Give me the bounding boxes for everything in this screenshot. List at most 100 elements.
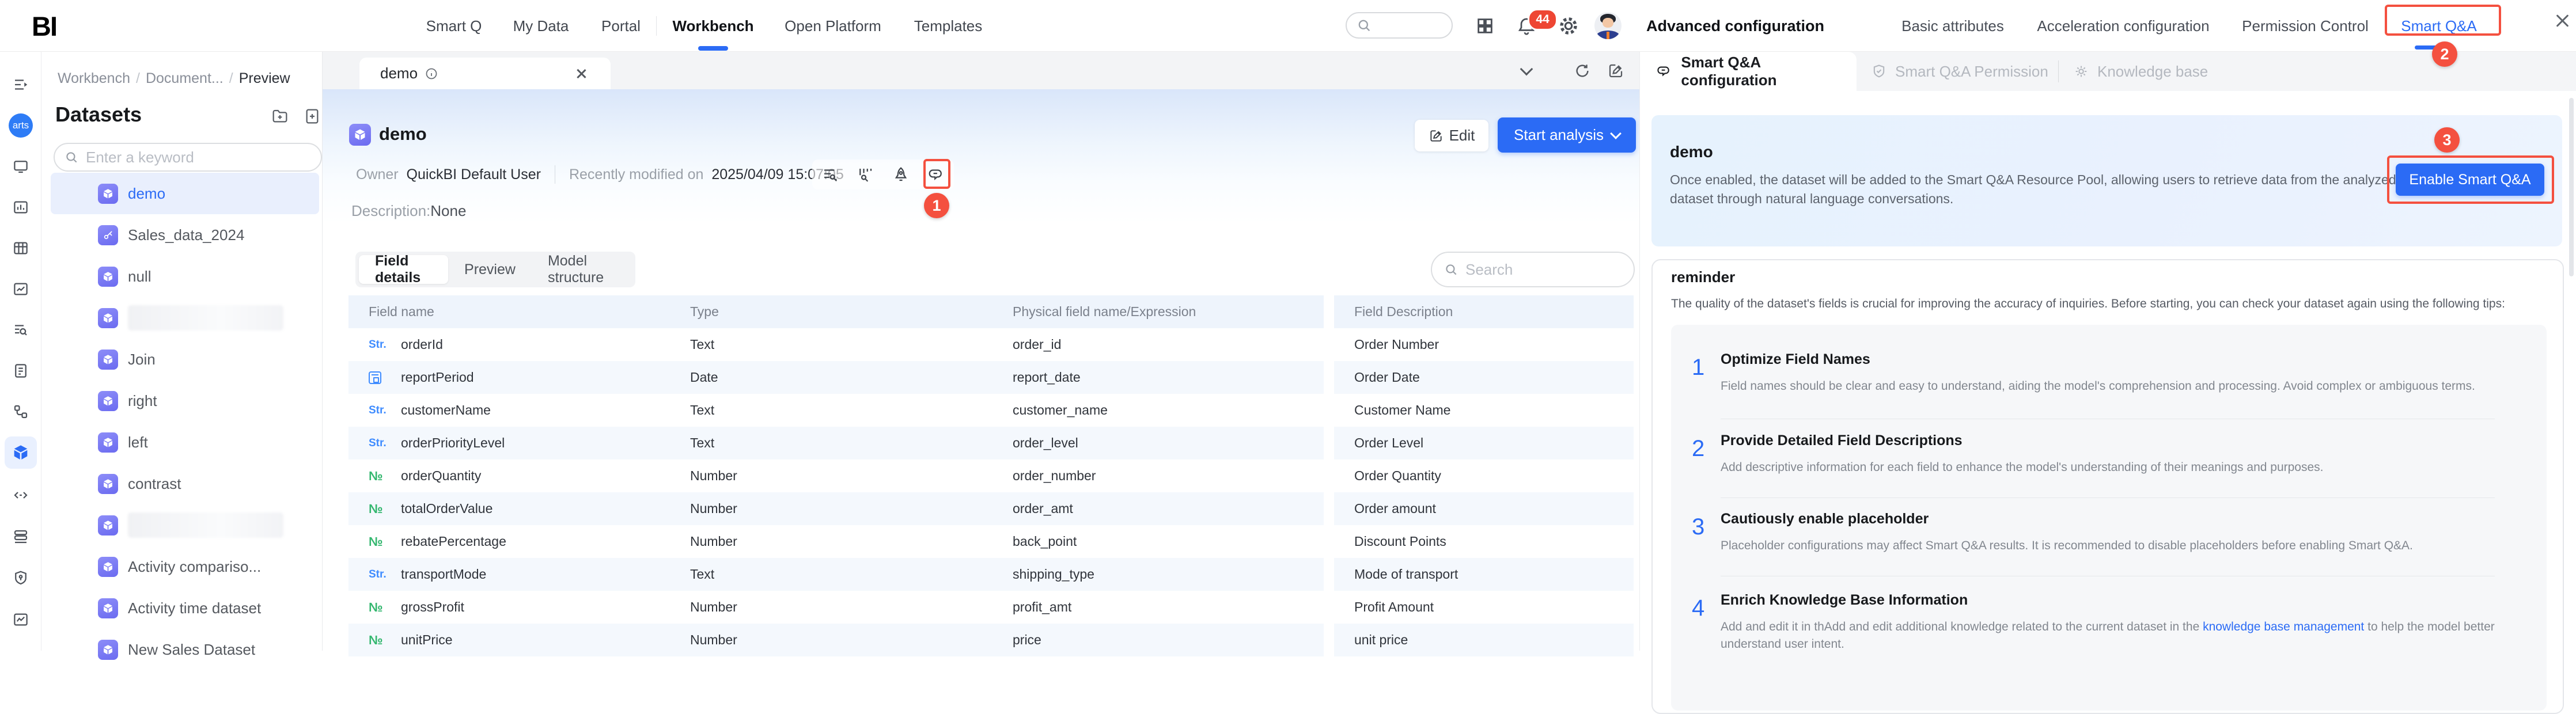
list-search-icon[interactable] (12, 321, 29, 339)
workspace-avatar[interactable]: arts (9, 113, 33, 138)
field-search-input[interactable] (1464, 260, 1611, 279)
refresh-icon[interactable] (1574, 62, 1591, 79)
cube-icon (98, 432, 118, 453)
number-field-icon: № (369, 600, 383, 615)
cube-icon (98, 557, 118, 577)
code-icon[interactable] (12, 487, 29, 504)
breadcrumb-document[interactable]: Document... (146, 70, 223, 86)
shield-key-icon[interactable] (12, 569, 29, 587)
tab-preview[interactable]: Preview (448, 255, 532, 284)
add-folder-icon[interactable] (271, 107, 289, 126)
tips-list: 1 Optimize Field Names Field names shoul… (1671, 325, 2547, 711)
cube-icon (98, 515, 118, 536)
string-field-icon: Str. (369, 568, 387, 581)
line-chart-icon[interactable] (12, 280, 29, 298)
nav-templates[interactable]: Templates (914, 0, 983, 52)
table-row: №grossProfitNumberprofit_amt Profit Amou… (348, 591, 1634, 624)
field-search[interactable] (1431, 252, 1635, 287)
key-icon (98, 225, 118, 245)
nav-open-platform[interactable]: Open Platform (785, 0, 881, 52)
sidebar-search-input[interactable] (85, 148, 294, 167)
dataset-item-null[interactable]: null (41, 256, 323, 297)
field-description: unit price (1334, 624, 1634, 656)
dataset-item-new-sales[interactable]: New Sales Dataset (41, 629, 323, 670)
number-field-icon: № (369, 469, 383, 484)
dataset-item-join[interactable]: Join (41, 339, 323, 380)
panel-tab-basic-attributes[interactable]: Basic attributes (1901, 0, 2004, 52)
bar-chart-icon[interactable] (12, 199, 29, 216)
acceleration-rocket-icon[interactable] (892, 166, 910, 183)
chevron-down-icon[interactable] (1522, 68, 1531, 74)
table-row: №rebatePercentageNumberback_point Discou… (348, 525, 1634, 558)
tab-model-structure[interactable]: Model structure (532, 255, 632, 284)
field-config-icon[interactable] (821, 166, 839, 183)
add-dataset-icon[interactable] (303, 107, 321, 126)
field-name: grossProfit (401, 599, 464, 615)
panel-header-title: Advanced configuration (1646, 0, 1824, 52)
dataset-item-left[interactable]: left (41, 421, 323, 463)
settings-gear-icon[interactable] (1558, 0, 1579, 52)
column-config-icon[interactable] (857, 166, 874, 183)
tab-field-details[interactable]: Field details (359, 255, 448, 284)
physical-name: order_level (992, 427, 1324, 459)
info-icon[interactable] (425, 67, 438, 81)
global-search-input[interactable] (1346, 12, 1453, 39)
physical-name: order_number (992, 459, 1324, 492)
physical-name: shipping_type (992, 558, 1324, 591)
field-table: Field name Type Physical field name/Expr… (348, 295, 1634, 656)
user-avatar[interactable] (1594, 12, 1622, 39)
cube-icon (98, 598, 118, 618)
tip-number: 3 (1692, 514, 1704, 540)
breadcrumb-workbench[interactable]: Workbench (58, 70, 130, 86)
layers-icon[interactable] (12, 528, 29, 545)
start-analysis-button[interactable]: Start analysis (1498, 117, 1636, 153)
field-description: Discount Points (1334, 525, 1634, 558)
calendar-icon (369, 371, 381, 384)
nav-smart-q[interactable]: Smart Q (426, 0, 482, 52)
dataset-item-demo[interactable]: demo (51, 173, 319, 214)
nav-portal[interactable]: Portal (601, 0, 641, 52)
nav-workbench[interactable]: Workbench (672, 0, 753, 52)
breadcrumb-preview: Preview (239, 70, 290, 86)
redacted-label (128, 305, 283, 331)
document-icon[interactable] (12, 362, 29, 379)
dataset-item-redacted[interactable] (41, 504, 323, 546)
data-table-icon[interactable] (12, 240, 29, 257)
enable-smart-qa-button[interactable]: Enable Smart Q&A (2396, 164, 2544, 196)
nav-my-data[interactable]: My Data (513, 0, 569, 52)
view-tabs: Field details Preview Model structure (355, 252, 635, 287)
dataset-item-activity-comparison[interactable]: Activity compariso... (41, 546, 323, 587)
dataset-item-activity-time[interactable]: Activity time dataset (41, 587, 323, 629)
knowledge-base-link[interactable]: knowledge base management (2203, 620, 2364, 633)
dataset-item-redacted[interactable] (41, 297, 323, 339)
dataset-item-sales-data-2024[interactable]: Sales_data_2024 (41, 214, 323, 256)
sidebar-search[interactable] (54, 143, 322, 172)
notification-badge: 44 (1528, 9, 1558, 31)
dataset-item-contrast[interactable]: contrast (41, 463, 323, 504)
panel-tab-permission[interactable]: Permission Control (2242, 0, 2369, 52)
dataset-item-right[interactable]: right (41, 380, 323, 421)
apps-grid-icon[interactable] (1475, 0, 1495, 52)
tab-smart-qa-permission[interactable]: Smart Q&A Permission (1871, 52, 2048, 91)
field-type: Number (670, 492, 992, 525)
dataset-cube-icon[interactable] (12, 443, 30, 462)
monitor-icon[interactable] (12, 158, 29, 175)
enable-smart-qa-card: demo Once enabled, the dataset will be a… (1651, 115, 2562, 246)
tip-title: Cautiously enable placeholder (1721, 511, 1929, 527)
tab-demo[interactable]: demo (359, 58, 611, 89)
tab-close-icon[interactable] (575, 67, 588, 80)
tab-knowledge-base[interactable]: Knowledge base (2073, 52, 2208, 91)
tab-smart-qa-configuration[interactable]: Smart Q&A configuration (1640, 52, 1857, 91)
table-row: reportPeriodDatereport_date Order Date (348, 361, 1634, 394)
tip-title: Provide Detailed Field Descriptions (1721, 432, 1963, 449)
panel-tab-acceleration[interactable]: Acceleration configuration (2037, 0, 2209, 52)
close-icon[interactable] (2552, 10, 2573, 31)
panel-scrollbar[interactable] (2569, 98, 2574, 276)
trend-icon[interactable] (12, 611, 29, 628)
flow-icon[interactable] (12, 403, 29, 420)
edit-button[interactable]: Edit (1415, 120, 1488, 151)
collapse-sidebar-icon[interactable] (12, 76, 29, 93)
edit-note-icon[interactable] (1607, 62, 1624, 79)
reminder-card: reminder The quality of the dataset's fi… (1651, 259, 2564, 714)
smart-qa-chat-icon[interactable] (927, 166, 945, 183)
